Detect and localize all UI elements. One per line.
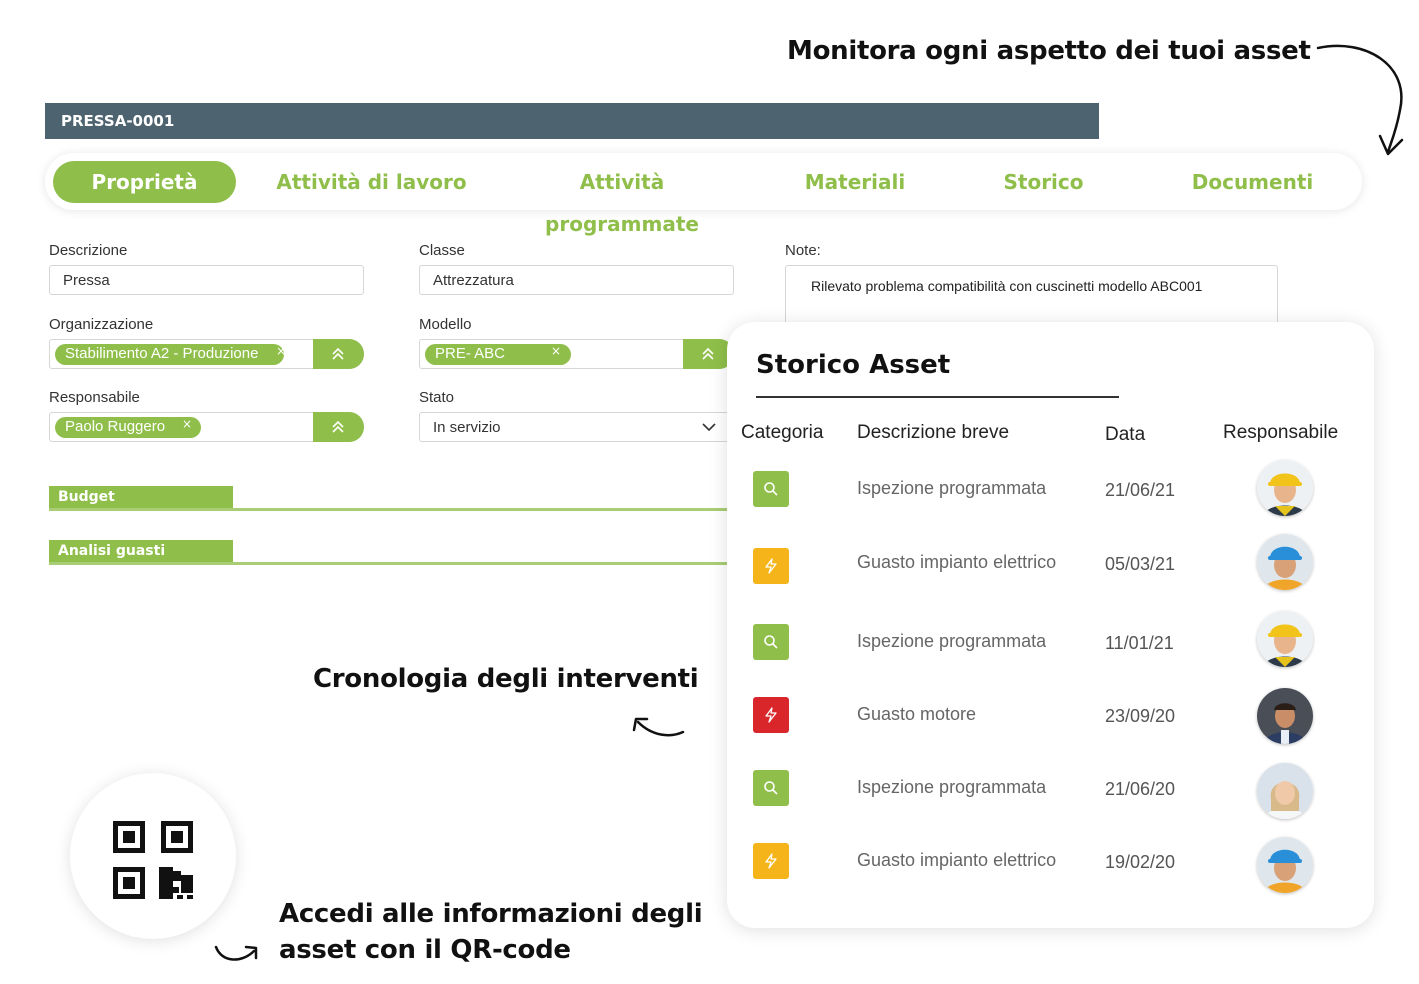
column-header-responsabile: Responsabile xyxy=(1223,422,1339,443)
avatar xyxy=(1257,837,1313,893)
search-icon xyxy=(764,482,778,496)
inspection-category-badge[interactable] xyxy=(753,770,789,806)
row-date: 21/06/21 xyxy=(1105,480,1176,500)
responsabile-picker-button[interactable] xyxy=(313,412,364,442)
modello-label: Modello xyxy=(419,316,472,333)
qr-code-icon xyxy=(113,821,193,899)
descrizione-label: Descrizione xyxy=(49,242,128,259)
stato-select[interactable]: In servizio xyxy=(419,412,729,442)
budget-divider xyxy=(49,508,727,511)
storico-title: Storico Asset xyxy=(756,350,951,380)
chevron-down-icon xyxy=(702,423,716,432)
tab-materiali[interactable]: Materiali xyxy=(790,161,920,203)
classe-field[interactable]: Attrezzatura xyxy=(419,265,734,295)
double-chevron-up-icon xyxy=(332,347,344,360)
row-date: 23/09/20 xyxy=(1105,706,1176,726)
row-description: Ispezione programmata xyxy=(857,777,1047,797)
stato-label: Stato xyxy=(419,389,455,406)
column-header-categoria: Categoria xyxy=(741,422,824,443)
electrical-fault-category-badge[interactable] xyxy=(753,843,789,879)
engine-fault-category-badge[interactable] xyxy=(753,697,789,733)
inspection-category-badge[interactable] xyxy=(753,471,789,507)
organizzazione-label: Organizzazione xyxy=(49,316,154,333)
asset-header-bar: PRESSA-0001 xyxy=(45,103,1099,139)
note-label: Note: xyxy=(785,242,821,259)
qr-code-badge xyxy=(70,773,236,939)
tab-storico[interactable]: Storico xyxy=(985,161,1102,203)
row-description: Guasto impianto elettrico xyxy=(857,552,1057,572)
budget-section: Budget xyxy=(49,486,727,511)
tab-proprieta[interactable]: Proprietà xyxy=(53,161,236,203)
electrical-fault-category-badge[interactable] xyxy=(753,548,789,584)
search-icon xyxy=(764,635,778,649)
organizzazione-picker-button[interactable] xyxy=(313,339,364,369)
stato-value: In servizio xyxy=(433,419,501,436)
lightning-icon xyxy=(765,853,777,869)
row-date: 19/02/20 xyxy=(1105,852,1176,872)
organizzazione-chip-remove[interactable]: × xyxy=(276,344,286,358)
modello-chip: PRE- ABC xyxy=(425,344,571,365)
headline-qrcode-line1: Accedi alle informazioni degli xyxy=(279,899,703,929)
row-date: 05/03/21 xyxy=(1105,554,1176,574)
row-description: Ispezione programmata xyxy=(857,631,1047,651)
avatar xyxy=(1257,763,1313,819)
row-date: 11/01/21 xyxy=(1105,633,1174,653)
headline-qrcode-line2: asset con il QR-code xyxy=(279,935,571,965)
analisi-guasti-divider xyxy=(49,562,727,565)
avatar xyxy=(1257,460,1313,516)
note-field[interactable]: Rilevato problema compatibilità con cusc… xyxy=(785,265,1278,325)
lightning-icon xyxy=(765,707,777,723)
curved-arrow-down-icon xyxy=(1316,44,1404,156)
analisi-guasti-section: Analisi guasti xyxy=(49,540,727,565)
organizzazione-field[interactable]: Stabilimento A2 - Produzione × xyxy=(49,339,364,369)
descrizione-field[interactable]: Pressa xyxy=(49,265,364,295)
column-header-descrizione: Descrizione breve xyxy=(857,422,1010,443)
tab-attivita-lavoro[interactable]: Attività di lavoro xyxy=(273,161,470,203)
column-header-data: Data xyxy=(1105,424,1146,445)
classe-label: Classe xyxy=(419,242,465,259)
double-chevron-up-icon xyxy=(702,347,714,360)
headline-history: Cronologia degli interventi xyxy=(313,664,699,694)
search-icon xyxy=(764,781,778,795)
responsabile-chip: Paolo Ruggero xyxy=(55,417,201,438)
double-chevron-up-icon xyxy=(332,420,344,433)
avatar xyxy=(1257,534,1313,590)
headline-qrcode: Accedi alle informazioni degli asset con… xyxy=(279,896,703,968)
row-description: Guasto motore xyxy=(857,704,977,724)
arrow-left-icon xyxy=(632,717,685,737)
arrow-up-right-icon xyxy=(214,945,258,961)
row-date: 21/06/20 xyxy=(1105,779,1176,799)
inspection-category-badge[interactable] xyxy=(753,624,789,660)
lightning-icon xyxy=(765,558,777,574)
organizzazione-chip: Stabilimento A2 - Produzione xyxy=(55,344,285,365)
tab-bar: Proprietà Attività di lavoro Attività pr… xyxy=(45,153,1362,236)
avatar xyxy=(1257,611,1313,667)
storico-title-underline xyxy=(756,396,1119,398)
modello-field[interactable]: PRE- ABC × xyxy=(419,339,734,369)
modello-chip-remove[interactable]: × xyxy=(551,344,561,358)
tab-attivita-programmate[interactable]: Attività programmate xyxy=(500,161,744,236)
responsabile-chip-remove[interactable]: × xyxy=(182,417,192,431)
tab-documenti[interactable]: Documenti xyxy=(1180,161,1325,203)
avatar xyxy=(1257,688,1313,744)
storico-asset-card: Storico Asset Categoria Descrizione brev… xyxy=(727,322,1374,928)
headline-monitor: Monitora ogni aspetto dei tuoi asset xyxy=(787,36,1311,66)
responsabile-label: Responsabile xyxy=(49,389,140,406)
row-description: Ispezione programmata xyxy=(857,478,1047,498)
row-description: Guasto impianto elettrico xyxy=(857,850,1057,870)
responsabile-field[interactable]: Paolo Ruggero × xyxy=(49,412,364,442)
